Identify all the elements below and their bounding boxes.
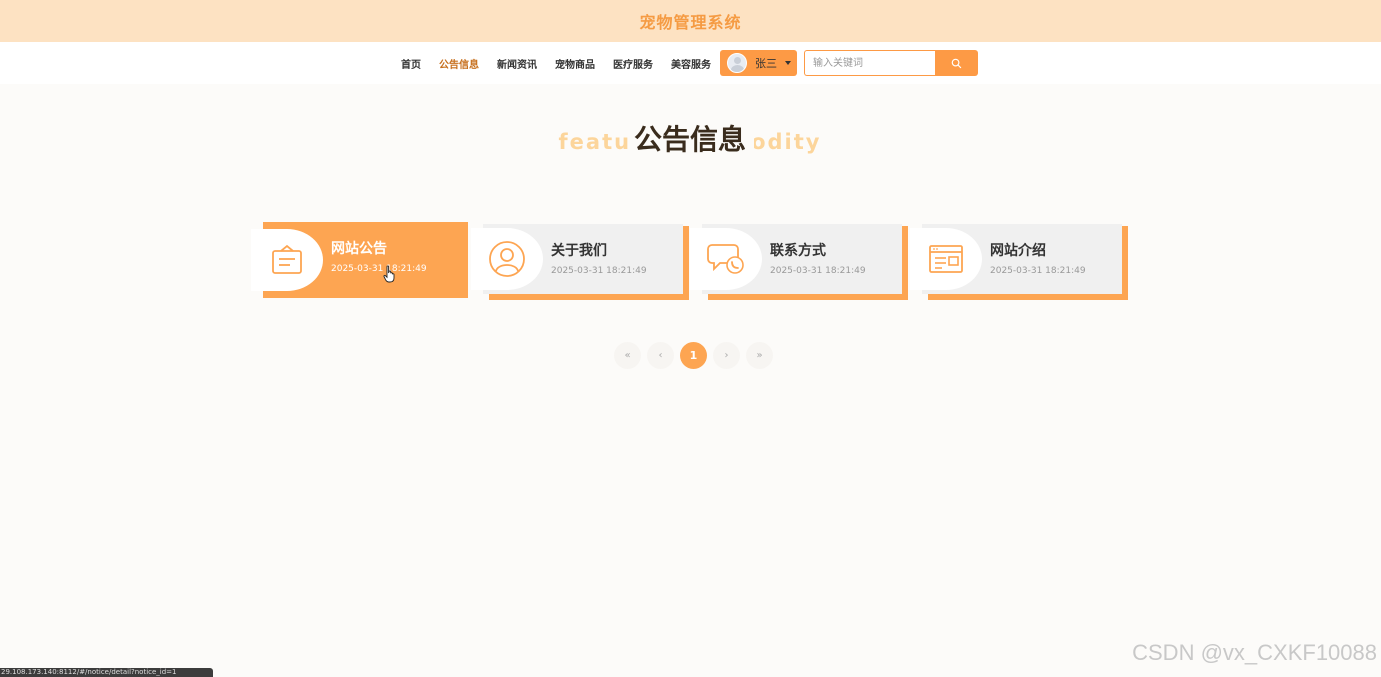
notice-date: 2025-03-31 18:21:49 bbox=[551, 266, 647, 276]
avatar bbox=[727, 53, 747, 73]
nav-item-home[interactable]: 首页 bbox=[392, 56, 430, 71]
notice-date: 2025-03-31 18:21:49 bbox=[990, 266, 1086, 276]
search-button[interactable] bbox=[935, 50, 978, 76]
pagination-first-button[interactable]: « bbox=[614, 341, 641, 369]
section-title: 公告信息 bbox=[633, 123, 746, 156]
browser-window-icon bbox=[929, 245, 963, 273]
notice-title: 关于我们 bbox=[551, 243, 607, 259]
pagination-page-button[interactable]: 1 bbox=[680, 341, 707, 369]
notice-card[interactable]: 网站公告 2025-03-31 18:21:49 bbox=[251, 222, 469, 298]
notice-card[interactable]: 关于我们 2025-03-31 18:21:49 bbox=[471, 224, 689, 300]
notice-card[interactable]: 联系方式 2025-03-31 18:21:49 bbox=[690, 224, 908, 300]
watermark: CSDN @vx_CXKF10088 bbox=[1132, 640, 1377, 665]
pagination-prev-button[interactable]: ‹ bbox=[647, 341, 674, 369]
top-title-bar: 宠物管理系统 bbox=[0, 0, 1381, 42]
caret-down-icon bbox=[785, 61, 791, 65]
notice-board-icon bbox=[272, 244, 302, 274]
user-name: 张三 bbox=[755, 57, 777, 70]
notice-card[interactable]: 网站介绍 2025-03-31 18:21:49 bbox=[910, 224, 1128, 300]
nav-bar: 首页 公告信息 新闻资讯 宠物商品 医疗服务 美容服务 bbox=[0, 42, 1381, 84]
nav-item-grooming[interactable]: 美容服务 bbox=[662, 56, 720, 71]
notice-title: 网站介绍 bbox=[990, 243, 1046, 259]
notice-title: 网站公告 bbox=[331, 241, 387, 257]
user-circle-icon bbox=[489, 241, 525, 277]
pagination-next-button[interactable]: › bbox=[713, 341, 740, 369]
user-dropdown-button[interactable]: 张三 bbox=[720, 50, 797, 76]
hand-pointer-icon bbox=[383, 265, 395, 283]
site-title: 宠物管理系统 bbox=[639, 13, 742, 32]
notice-date: 2025-03-31 18:21:49 bbox=[770, 266, 866, 276]
search-input[interactable] bbox=[804, 50, 936, 76]
chat-phone-icon bbox=[707, 244, 744, 274]
nav-menu: 首页 公告信息 新闻资讯 宠物商品 医疗服务 美容服务 bbox=[392, 42, 720, 84]
nav-item-medical[interactable]: 医疗服务 bbox=[604, 56, 662, 71]
notice-date: 2025-03-31 18:21:49 bbox=[331, 264, 427, 274]
notice-title: 联系方式 bbox=[770, 243, 826, 259]
section-heading: featu odity 公告信息 bbox=[490, 112, 890, 172]
pagination: « ‹ 1 › » bbox=[614, 341, 779, 369]
pagination-last-button[interactable]: » bbox=[746, 341, 773, 369]
nav-item-notices[interactable]: 公告信息 bbox=[430, 56, 488, 71]
nav-item-news[interactable]: 新闻资讯 bbox=[488, 56, 546, 71]
search-icon bbox=[951, 58, 962, 68]
browser-status-bar: 29.108.173.140:8112/#/notice/detail?noti… bbox=[0, 668, 213, 677]
nav-item-pet-products[interactable]: 宠物商品 bbox=[546, 56, 604, 71]
